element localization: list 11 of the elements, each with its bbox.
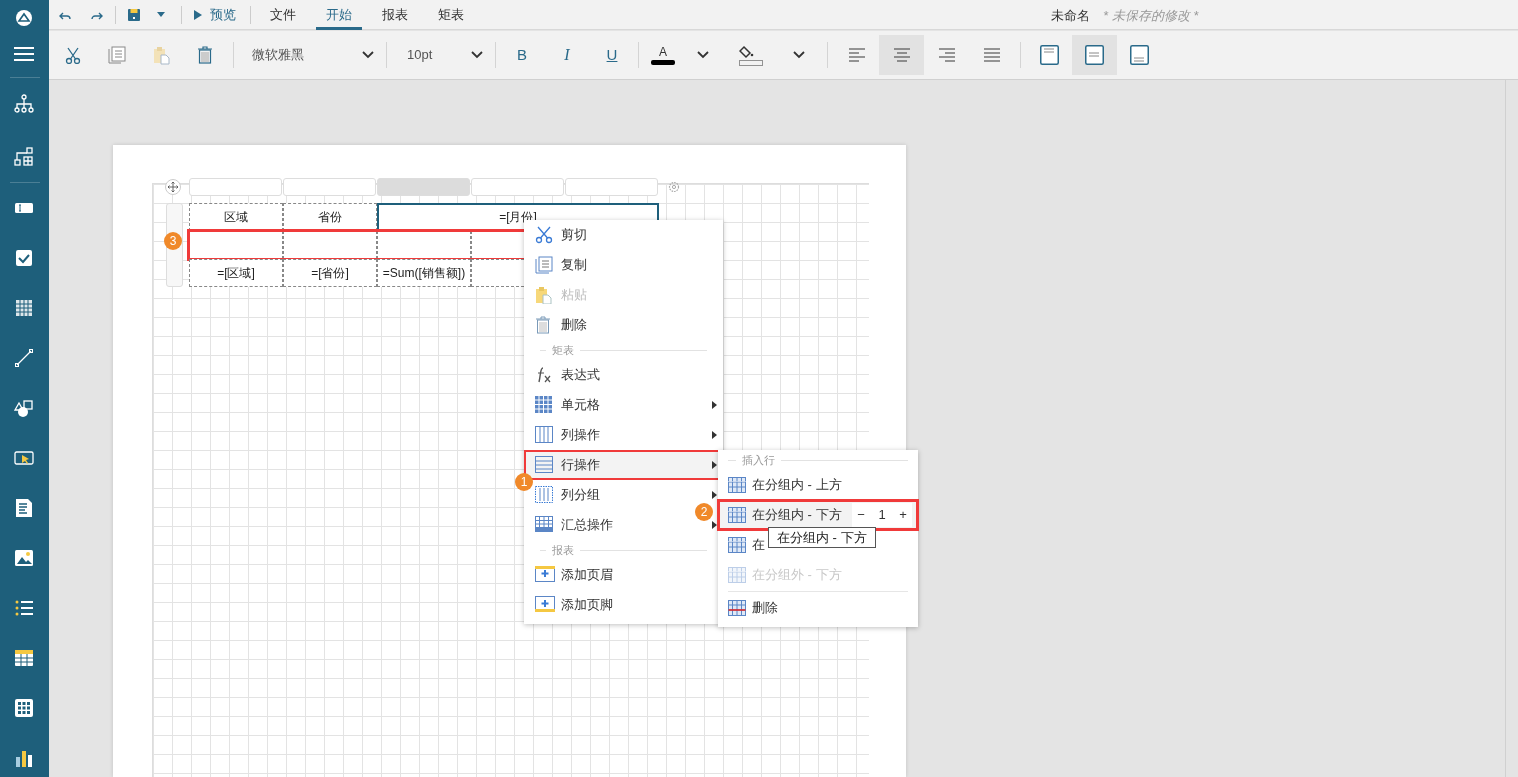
section-label: 插入行 [742,452,775,468]
cell-text: =[区域] [216,267,256,279]
cell-text: =Sum([销售额]) [381,267,467,279]
section-label: 报表 [552,542,574,558]
section-label: 矩表 [552,342,574,358]
tooltip: 在分组内 - 下方 [768,527,876,548]
cell-text: =[省份] [310,267,350,279]
unsaved-changes-note: * 未保存的修改 * [1103,7,1199,25]
cell-text: 省份 [317,211,343,223]
cell-text: 区域 [223,211,249,223]
document-name: 未命名 [1051,7,1090,25]
